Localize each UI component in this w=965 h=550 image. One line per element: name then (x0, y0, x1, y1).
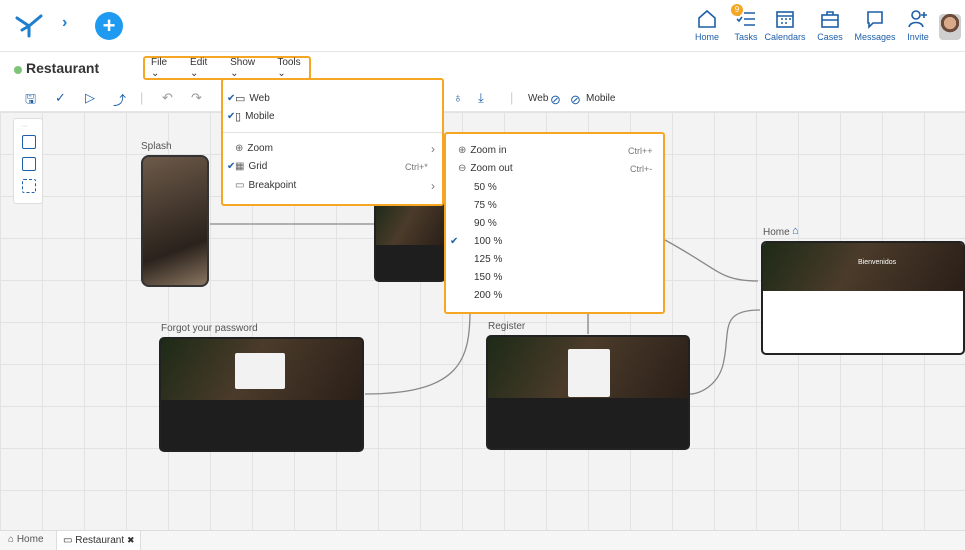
play-icon[interactable]: ▷ (85, 90, 95, 106)
zoom-level-75[interactable]: 75 % (474, 200, 497, 211)
nav-calendars[interactable]: Calendars (763, 8, 807, 42)
nav-tasks[interactable]: 9 Tasks (724, 4, 768, 42)
tab-bar (0, 530, 965, 550)
show-menu: ✔ ▭ Web ✔ ▯ Mobile ⊕ Zoom › ✔ ▦ Grid Ctrl+* ▭ Brea… (221, 78, 444, 206)
zoom-out-item[interactable]: ⊖ Zoom out Ctrl+- (458, 163, 658, 174)
home-screen-thumb[interactable]: Bienvenidos (761, 241, 965, 355)
element-palette: ∙∙∙ (13, 118, 43, 204)
menubar: File ⌄ Edit ⌄ Show ⌄ Tools ⌄ (143, 56, 311, 80)
monitor-icon: ▭ (235, 180, 245, 191)
home-start-icon: ⌂ (792, 225, 799, 237)
redo-icon[interactable]: ↷ (191, 90, 202, 106)
show-menu-mobile[interactable]: ✔ ▯ Mobile (227, 110, 275, 123)
close-icon[interactable]: ✖ (127, 535, 135, 545)
status-dot (14, 66, 22, 74)
zoom-level-90[interactable]: 90 % (474, 218, 497, 229)
component-element-icon[interactable] (22, 179, 36, 193)
splash-label: Splash (141, 141, 172, 152)
show-menu-breakpoint[interactable]: ▭ Breakpoint › (235, 179, 435, 193)
nav-tasks-label: Tasks (734, 32, 758, 42)
toolbar-divider: | (140, 90, 144, 105)
calendar-icon (776, 11, 794, 28)
expand-chevron-icon[interactable]: › (62, 14, 67, 32)
page-element-icon[interactable] (22, 135, 36, 149)
panel-element-icon[interactable] (22, 157, 36, 171)
zoom-submenu: ⊕ Zoom in Ctrl++ ⊖ Zoom out Ctrl+- 50 % 75 %… (444, 132, 665, 314)
show-menu-zoom[interactable]: ⊕ Zoom › (235, 142, 435, 156)
briefcase-icon (821, 11, 839, 28)
forgot-password-label: Forgot your password (161, 323, 258, 334)
nav-cases-label: Cases (817, 32, 843, 42)
login-screen-thumb[interactable] (374, 200, 446, 282)
nav-home-label: Home (694, 32, 719, 42)
zoom-in-icon: ⊕ (458, 145, 467, 156)
tab-home-icon: ⌂ (8, 534, 17, 545)
tab-home[interactable]: ⌂ Home (8, 534, 44, 545)
nav-home[interactable]: Home (685, 8, 729, 42)
menu-tools[interactable]: Tools ⌄ (277, 57, 309, 79)
zoom-level-50[interactable]: 50 % (474, 182, 497, 193)
home-thumb-title: Bienvenidos (858, 259, 897, 266)
menu-edit[interactable]: Edit ⌄ (190, 57, 216, 79)
zoom-icon: ⊕ (235, 143, 244, 154)
mobile-check-icon[interactable]: ⊘ (570, 92, 581, 108)
grid-icon: ▦ (235, 161, 245, 172)
bug-icon[interactable]: ♁ (453, 90, 463, 105)
avatar[interactable] (939, 14, 961, 40)
app-logo-icon[interactable] (14, 12, 44, 38)
web-check-icon[interactable]: ⊘ (550, 92, 561, 108)
selected-check-icon: ✔ (450, 236, 459, 247)
home-icon (698, 9, 716, 28)
tasks-badge: 9 (731, 4, 743, 16)
zoom-level-150[interactable]: 150 % (474, 272, 502, 283)
show-menu-web[interactable]: ✔ ▭ Web (227, 92, 270, 105)
menu-show[interactable]: Show ⌄ (230, 57, 263, 79)
undo-icon[interactable]: ↶ (162, 90, 173, 106)
zoom-level-100[interactable]: 100 % (474, 236, 502, 247)
export-icon[interactable]: ⤴ (113, 90, 126, 109)
save-icon[interactable]: 🖫 (25, 90, 36, 112)
zoom-level-125[interactable]: 125 % (474, 254, 502, 265)
splash-screen-thumb[interactable] (141, 155, 209, 287)
app-title: Restaurant (26, 60, 100, 76)
menu-file[interactable]: File ⌄ (151, 57, 176, 79)
register-label: Register (488, 321, 526, 332)
nav-messages-label: Messages (854, 32, 896, 42)
zoom-out-icon: ⊖ (458, 163, 467, 174)
download-icon[interactable]: ⤓ (478, 90, 484, 106)
home-label: Home (763, 227, 790, 238)
nav-invite[interactable]: Invite (896, 8, 940, 42)
toolbar-mobile-label: Mobile (586, 93, 616, 104)
nav-calendars-label: Calendars (764, 32, 806, 42)
toolbar-web-label: Web (528, 93, 549, 104)
register-screen-thumb[interactable] (486, 335, 690, 450)
tab-restaurant[interactable]: ▭ Restaurant ✖ (56, 530, 142, 550)
chat-icon (867, 11, 883, 29)
zoom-in-item[interactable]: ⊕ Zoom in Ctrl++ (458, 145, 658, 156)
nav-cases[interactable]: Cases (808, 8, 852, 42)
toolbar-divider-2: | (510, 90, 514, 105)
check-icon[interactable]: ✓ (55, 90, 66, 106)
nav-messages[interactable]: Messages (853, 8, 897, 42)
add-user-icon (908, 10, 927, 28)
tab-restaurant-icon: ▭ (63, 535, 76, 546)
nav-invite-label: Invite (907, 32, 929, 42)
forgot-password-screen-thumb[interactable] (159, 337, 364, 452)
palette-dots: ∙∙∙ (22, 123, 28, 130)
show-menu-grid[interactable]: ✔ ▦ Grid Ctrl+* (227, 161, 435, 172)
new-plus-button[interactable]: + (95, 12, 123, 40)
zoom-level-200[interactable]: 200 % (474, 290, 502, 301)
